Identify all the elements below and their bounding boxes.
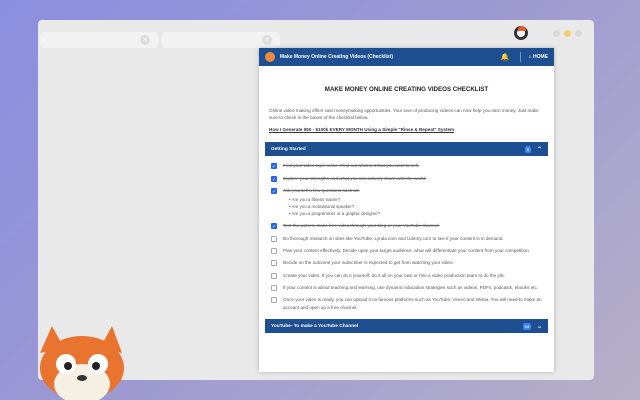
intro-text: Online video making offers vast moneymak… <box>269 108 539 121</box>
window-controls <box>553 30 582 37</box>
checklist-items: ✓ Find your video topic niche. Find out w… <box>265 156 548 311</box>
section-title: YouTube- To make a YouTube Channel <box>271 323 359 329</box>
item-text: Plan your content effectively. Decide up… <box>283 248 530 254</box>
promo-link[interactable]: How I Generate $50 - $100k EVERY MONTH U… <box>269 127 544 132</box>
checklist-item[interactable]: Once your video is ready, you can upload… <box>271 296 542 311</box>
minimize-dot[interactable] <box>553 30 560 37</box>
checkbox[interactable] <box>271 297 277 304</box>
item-text: Do thorough research on sites like YouTu… <box>283 235 504 241</box>
checklist-page: Make Money Online Creating Videos (Check… <box>259 48 554 372</box>
chevron-down-icon[interactable]: ⌄ <box>537 323 542 330</box>
item-text: Decide on the outcome your subscriber is… <box>283 260 454 266</box>
top-bar: Make Money Online Creating Videos (Check… <box>259 48 554 66</box>
section-title: Getting Started <box>271 146 306 152</box>
checklist-item[interactable]: ✓ Ask yourself a few questions such as: <box>271 187 542 195</box>
checklist-item[interactable]: ✓ Test the waters, make free video throug… <box>271 222 542 230</box>
count-badge: 14 <box>522 322 531 330</box>
item-text: Test the waters, make free video through… <box>283 223 440 229</box>
checklist-item[interactable]: ✓ Find your video topic niche. Find out w… <box>271 162 542 170</box>
close-icon[interactable]: × <box>140 35 150 45</box>
item-text: Ask yourself a few questions such as: <box>283 187 360 193</box>
maximize-dot[interactable] <box>564 30 571 37</box>
checkbox[interactable]: ✓ <box>271 187 277 195</box>
fox-mascot <box>40 326 124 400</box>
item-text: Once your video is ready, you can upload… <box>283 297 542 310</box>
checkbox[interactable] <box>271 285 277 292</box>
section-youtube[interactable]: YouTube- To make a YouTube Channel 14 ⌄ <box>265 319 548 334</box>
close-icon[interactable]: × <box>262 35 272 45</box>
header-title: Make Money Online Creating Videos (Check… <box>280 54 393 60</box>
content: MAKE MONEY ONLINE CREATING VIDEOS CHECKL… <box>259 66 554 334</box>
section-getting-started[interactable]: Getting Started 5 ⌃ <box>265 142 548 157</box>
checklist-item[interactable]: Create your video. If you can do it your… <box>271 272 542 279</box>
browser-tab-1[interactable]: × <box>40 32 158 48</box>
divider <box>519 52 521 62</box>
home-link[interactable]: ⌂ HOME <box>529 54 548 60</box>
checkbox[interactable] <box>271 260 277 267</box>
page-title: MAKE MONEY ONLINE CREATING VIDEOS CHECKL… <box>324 86 489 93</box>
logo-icon <box>265 52 275 62</box>
checkbox[interactable]: ✓ <box>271 163 277 170</box>
checklist-item[interactable]: Plan your content effectively. Decide up… <box>271 247 542 255</box>
checklist-item[interactable]: Do thorough research on sites like YouTu… <box>271 235 542 242</box>
checkbox[interactable]: ✓ <box>271 223 277 230</box>
subitem: Are you a programmer or a graphic design… <box>289 210 542 217</box>
checkbox[interactable]: ✓ <box>271 175 277 183</box>
checkbox[interactable] <box>271 272 277 279</box>
subitem-list: Are you a fitness trainer? Are you a mot… <box>289 196 542 217</box>
checklist-item[interactable]: If your content is about teaching and le… <box>271 284 542 292</box>
item-text: Explore your strengths and what you can … <box>283 175 427 181</box>
close-dot[interactable] <box>575 30 582 37</box>
item-text: If your content is about teaching and le… <box>283 285 539 291</box>
chevron-up-icon[interactable]: ⌃ <box>537 146 542 153</box>
browser-tab-2[interactable]: × <box>162 32 280 48</box>
checkbox[interactable] <box>271 248 277 255</box>
item-text: Create your video. If you can do it your… <box>283 272 505 278</box>
item-text: Find your video topic niche. Find out wh… <box>283 163 420 169</box>
count-badge: 5 <box>524 145 531 153</box>
subitem: Are you a fitness trainer? <box>289 196 542 203</box>
bell-icon[interactable]: 🔔 <box>501 53 510 61</box>
checklist-item[interactable]: ✓ Explore your strengths and what you can… <box>271 175 542 183</box>
subitem: Are you a motivational speaker? <box>289 203 542 210</box>
checklist-item[interactable]: Decide on the outcome your subscriber is… <box>271 259 542 267</box>
home-label: HOME <box>533 54 548 60</box>
checkbox[interactable] <box>271 235 277 242</box>
extension-icon[interactable] <box>514 26 528 40</box>
